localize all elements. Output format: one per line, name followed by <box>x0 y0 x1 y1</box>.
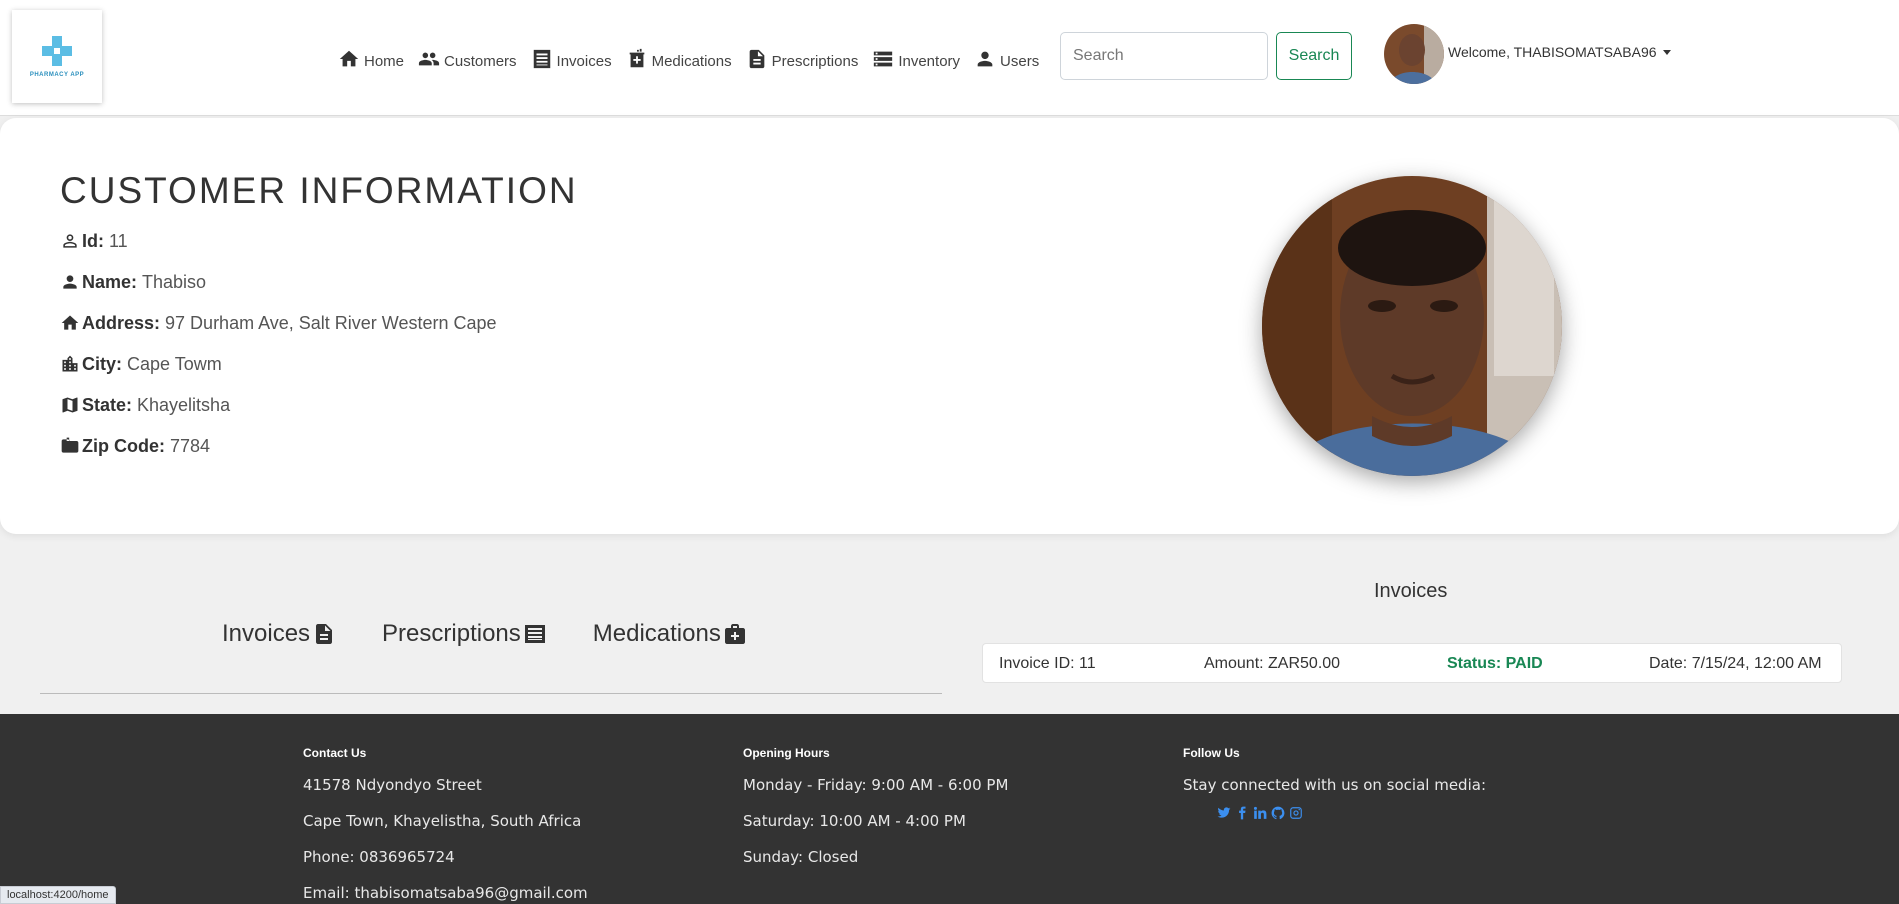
home-icon <box>61 315 79 330</box>
detail-tabs: Invoices Prescriptions Medications <box>222 620 793 648</box>
facebook-icon[interactable] <box>1235 806 1249 820</box>
home-icon <box>339 50 359 67</box>
page-title: CUSTOMER INFORMATION <box>60 170 578 211</box>
tabs-divider <box>40 693 942 694</box>
nav-item-home[interactable]: Home <box>338 48 404 70</box>
caret-down-icon <box>1662 49 1671 55</box>
field-label: City: <box>82 354 122 374</box>
footer-heading: Contact Us <box>303 746 367 760</box>
invoice-date: Date: 7/15/24, 12:00 AM <box>1649 655 1822 672</box>
nav-label: Inventory <box>898 53 961 70</box>
medkit-icon <box>724 624 745 644</box>
tab-medications[interactable]: Medications <box>593 620 747 648</box>
field-value: Khayelitsha <box>137 395 231 415</box>
tab-label: Medications <box>592 620 721 647</box>
hours-line: Monday - Friday: 9:00 AM - 6:00 PM <box>743 776 1009 794</box>
avatar[interactable] <box>1384 24 1444 84</box>
list-icon <box>533 49 550 69</box>
tab-label: Invoices <box>222 620 311 647</box>
nav-item-inventory[interactable]: Inventory <box>872 48 960 70</box>
field-value: 7784 <box>170 436 211 456</box>
github-icon[interactable] <box>1271 806 1285 820</box>
footer-follow: Follow Us Stay connected with us on soci… <box>1183 746 1486 820</box>
field-label: Id: <box>82 231 104 251</box>
info-row-state: State: Khayelitsha <box>60 394 230 416</box>
info-row-id: Id: 11 <box>60 230 128 252</box>
info-row-address: Address: 97 Durham Ave, Salt River Weste… <box>60 312 497 334</box>
browser-status-url: localhost:4200/home <box>0 886 116 904</box>
footer-address-line: Cape Town, Khayelistha, South Africa <box>303 812 582 830</box>
field-value: 97 Durham Ave, Salt River Western Cape <box>165 313 497 333</box>
nav-label: Prescriptions <box>771 53 859 70</box>
search-button[interactable]: Search <box>1276 32 1352 80</box>
navbar: PHARMACY APP Home Customers Invoices Med… <box>0 0 1899 116</box>
nav-item-invoices[interactable]: Invoices <box>531 48 612 70</box>
people-icon <box>418 52 440 66</box>
person-icon <box>63 275 77 289</box>
pharmacy-logo[interactable]: PHARMACY APP <box>12 10 102 103</box>
person-outline-icon <box>63 234 77 248</box>
receipt-icon <box>524 625 545 643</box>
info-row-city: City: Cape Towm <box>60 353 222 375</box>
footer-hours: Opening Hours Monday - Friday: 9:00 AM -… <box>743 746 1008 884</box>
footer-contact: Contact Us 41578 Ndyondyo Street Cape To… <box>303 746 588 904</box>
footer: Contact Us 41578 Ndyondyo Street Cape To… <box>0 714 1899 904</box>
invoice-icon <box>316 624 333 644</box>
user-icon <box>977 51 993 67</box>
info-row-name: Name: Thabiso <box>60 271 206 293</box>
invoice-id: Invoice ID: 11 <box>999 655 1096 672</box>
search-input[interactable] <box>1060 32 1268 80</box>
nav-label: Users <box>1000 53 1040 70</box>
tab-label: Prescriptions <box>382 620 521 647</box>
customer-info-card: CUSTOMER INFORMATION Id: 11 Name: Thabis… <box>0 118 1899 534</box>
instagram-icon[interactable] <box>1289 806 1303 820</box>
welcome-text: Welcome, THABISOMATSABA96 <box>1448 44 1657 60</box>
nav-item-medications[interactable]: Medications <box>626 48 732 70</box>
field-value: 11 <box>109 231 128 251</box>
footer-heading: Opening Hours <box>743 746 830 760</box>
invoice-status: Status: PAID <box>1447 655 1543 672</box>
nav-label: Customers <box>444 53 517 70</box>
nav-item-prescriptions[interactable]: Prescriptions <box>746 48 859 70</box>
nav-item-users[interactable]: Users <box>974 48 1039 70</box>
nav-label: Home <box>364 53 405 70</box>
nav-label: Invoices <box>556 53 612 70</box>
city-icon <box>62 355 78 372</box>
document-icon <box>749 49 764 69</box>
invoice-amount: Amount: ZAR50.00 <box>1204 655 1341 672</box>
social-links <box>1217 806 1486 820</box>
nav-label: Medications <box>651 53 732 70</box>
info-row-zip: Zip Code: 7784 <box>60 435 210 457</box>
hours-line: Sunday: Closed <box>743 848 859 866</box>
footer-email: Email: thabisomatsaba96@gmail.com <box>303 884 588 902</box>
tab-prescriptions[interactable]: Prescriptions <box>382 620 547 648</box>
cross-icon <box>42 35 72 66</box>
footer-heading: Follow Us <box>1183 746 1240 760</box>
tab-invoices[interactable]: Invoices <box>222 620 336 648</box>
invoices-heading: Invoices <box>1374 580 1448 602</box>
field-label: Address: <box>82 313 161 333</box>
field-label: Zip Code: <box>82 436 165 456</box>
field-value: Cape Towm <box>127 354 222 374</box>
invoice-row[interactable]: Invoice ID: 11 Amount: ZAR50.00 Status: … <box>982 643 1842 683</box>
nav-links: Home Customers Invoices Medications Pres… <box>338 40 1053 70</box>
field-label: State: <box>82 395 133 415</box>
field-value: Thabiso <box>142 272 207 292</box>
customer-photo <box>1262 176 1562 476</box>
storage-icon <box>874 51 893 67</box>
field-label: Name: <box>82 272 138 292</box>
footer-phone: Phone: 0836965724 <box>303 848 455 866</box>
map-icon <box>62 397 78 413</box>
nav-item-customers[interactable]: Customers <box>418 48 517 70</box>
hours-line: Saturday: 10:00 AM - 4:00 PM <box>743 812 966 830</box>
user-menu-dropdown[interactable]: Welcome, THABISOMATSABA96 <box>1448 44 1671 60</box>
twitter-icon[interactable] <box>1217 806 1231 820</box>
mailbox-icon <box>61 437 79 453</box>
medical-box-icon <box>629 48 644 68</box>
footer-address-line: 41578 Ndyondyo Street <box>303 776 482 794</box>
logo-text: PHARMACY APP <box>29 71 85 78</box>
linkedin-icon[interactable] <box>1253 806 1267 820</box>
